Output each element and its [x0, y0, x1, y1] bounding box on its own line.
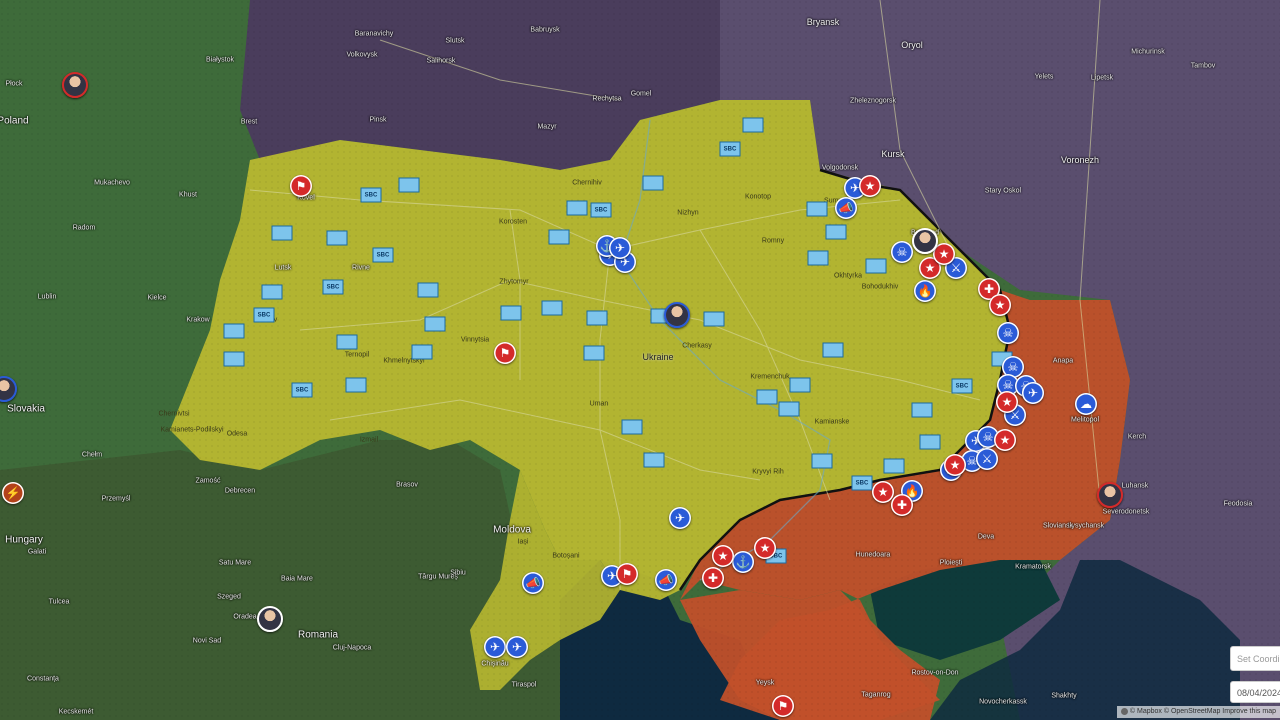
equipment-marker[interactable]: SBC — [719, 141, 741, 157]
equipment-marker[interactable] — [223, 323, 245, 339]
equipment-marker[interactable] — [643, 452, 665, 468]
ru-event-marker[interactable]: ★ — [859, 175, 881, 197]
equipment-marker[interactable] — [789, 377, 811, 393]
leader-avatar[interactable] — [1097, 482, 1123, 508]
equipment-marker[interactable] — [919, 434, 941, 450]
equipment-marker[interactable] — [911, 402, 933, 418]
equipment-marker[interactable] — [271, 225, 293, 241]
ru-event-marker[interactable]: ★ — [712, 545, 734, 567]
ua-event-marker[interactable]: ☠ — [891, 241, 913, 263]
equipment-marker[interactable] — [822, 342, 844, 358]
equipment-marker[interactable] — [566, 200, 588, 216]
equipment-marker[interactable] — [621, 419, 643, 435]
equipment-marker[interactable] — [583, 345, 605, 361]
equipment-marker[interactable] — [742, 117, 764, 133]
ru-event-marker[interactable]: ★ — [944, 454, 966, 476]
equipment-marker[interactable] — [500, 305, 522, 321]
equipment-marker[interactable] — [883, 458, 905, 474]
date-field[interactable]: 08/04/2024 — [1230, 681, 1280, 703]
equipment-marker[interactable] — [261, 284, 283, 300]
equipment-marker[interactable]: SBC — [360, 187, 382, 203]
ua-event-marker[interactable]: 📣 — [655, 569, 677, 591]
equipment-marker[interactable] — [223, 351, 245, 367]
ru-event-marker[interactable]: ⚑ — [290, 175, 312, 197]
equipment-marker[interactable] — [336, 334, 358, 350]
equipment-marker[interactable] — [345, 377, 367, 393]
attribution-text: © Mapbox © OpenStreetMap Improve this ma… — [1129, 708, 1276, 715]
equipment-marker[interactable] — [807, 250, 829, 266]
equipment-marker[interactable]: SBC — [253, 307, 275, 323]
equipment-marker[interactable] — [806, 201, 828, 217]
energy-strike-marker[interactable]: ⚡ — [2, 482, 24, 504]
ua-event-marker[interactable]: ✈ — [669, 507, 691, 529]
equipment-marker[interactable] — [398, 177, 420, 193]
ru-event-marker[interactable]: ⚑ — [494, 342, 516, 364]
leader-avatar[interactable] — [62, 72, 88, 98]
equipment-marker[interactable]: SBC — [322, 279, 344, 295]
equipment-marker[interactable] — [548, 229, 570, 245]
equipment-marker[interactable] — [326, 230, 348, 246]
equipment-marker[interactable] — [756, 389, 778, 405]
equipment-marker[interactable] — [778, 401, 800, 417]
ua-event-marker[interactable]: ⚔ — [976, 448, 998, 470]
ua-event-marker[interactable]: ✈ — [1022, 382, 1044, 404]
equipment-marker[interactable] — [411, 344, 433, 360]
coordinates-input[interactable]: Set Coordinates — [1230, 646, 1280, 671]
ua-event-marker[interactable]: ⚓ — [732, 551, 754, 573]
map-attribution: © Mapbox © OpenStreetMap Improve this ma… — [1116, 706, 1280, 718]
ua-event-marker[interactable]: ☁ — [1075, 393, 1097, 415]
map-view[interactable]: Poland Slovakia Hungary Romania Moldova … — [0, 0, 1280, 720]
ua-event-marker[interactable]: 📣 — [522, 572, 544, 594]
equipment-marker[interactable] — [417, 282, 439, 298]
ru-event-marker[interactable]: ★ — [872, 481, 894, 503]
ua-event-marker[interactable]: ☠ — [997, 322, 1019, 344]
equipment-marker[interactable] — [642, 175, 664, 191]
ru-event-marker[interactable]: ⚑ — [616, 563, 638, 585]
equipment-marker[interactable]: SBC — [372, 247, 394, 263]
ua-event-marker[interactable]: 🔥 — [914, 280, 936, 302]
ru-event-marker[interactable]: ✚ — [891, 494, 913, 516]
mapbox-logo-icon — [1120, 707, 1128, 715]
equipment-marker[interactable] — [424, 316, 446, 332]
leader-avatar[interactable] — [664, 302, 690, 328]
leader-avatar[interactable] — [257, 606, 283, 632]
ru-event-marker[interactable]: ★ — [996, 391, 1018, 413]
equipment-marker[interactable] — [865, 258, 887, 274]
ru-event-marker[interactable]: ★ — [754, 537, 776, 559]
ua-event-marker[interactable]: ✈ — [506, 636, 528, 658]
ua-event-marker[interactable]: ✈ — [609, 237, 631, 259]
leader-avatar[interactable] — [912, 228, 938, 254]
equipment-marker[interactable] — [703, 311, 725, 327]
equipment-marker[interactable] — [825, 224, 847, 240]
equipment-marker[interactable]: SBC — [590, 202, 612, 218]
ru-event-marker[interactable]: ✚ — [702, 567, 724, 589]
equipment-marker[interactable] — [811, 453, 833, 469]
ru-event-marker[interactable]: ★ — [994, 429, 1016, 451]
equipment-marker[interactable] — [541, 300, 563, 316]
equipment-marker[interactable]: SBC — [851, 475, 873, 491]
ru-event-marker[interactable]: ★ — [989, 294, 1011, 316]
ru-event-marker[interactable]: ⚑ — [772, 695, 794, 717]
equipment-marker[interactable]: SBC — [291, 382, 313, 398]
equipment-marker[interactable] — [586, 310, 608, 326]
map-base-layer — [0, 0, 1280, 720]
equipment-marker[interactable]: SBC — [951, 378, 973, 394]
ua-event-marker[interactable]: ✈ — [484, 636, 506, 658]
ua-event-marker[interactable]: 📣 — [835, 197, 857, 219]
